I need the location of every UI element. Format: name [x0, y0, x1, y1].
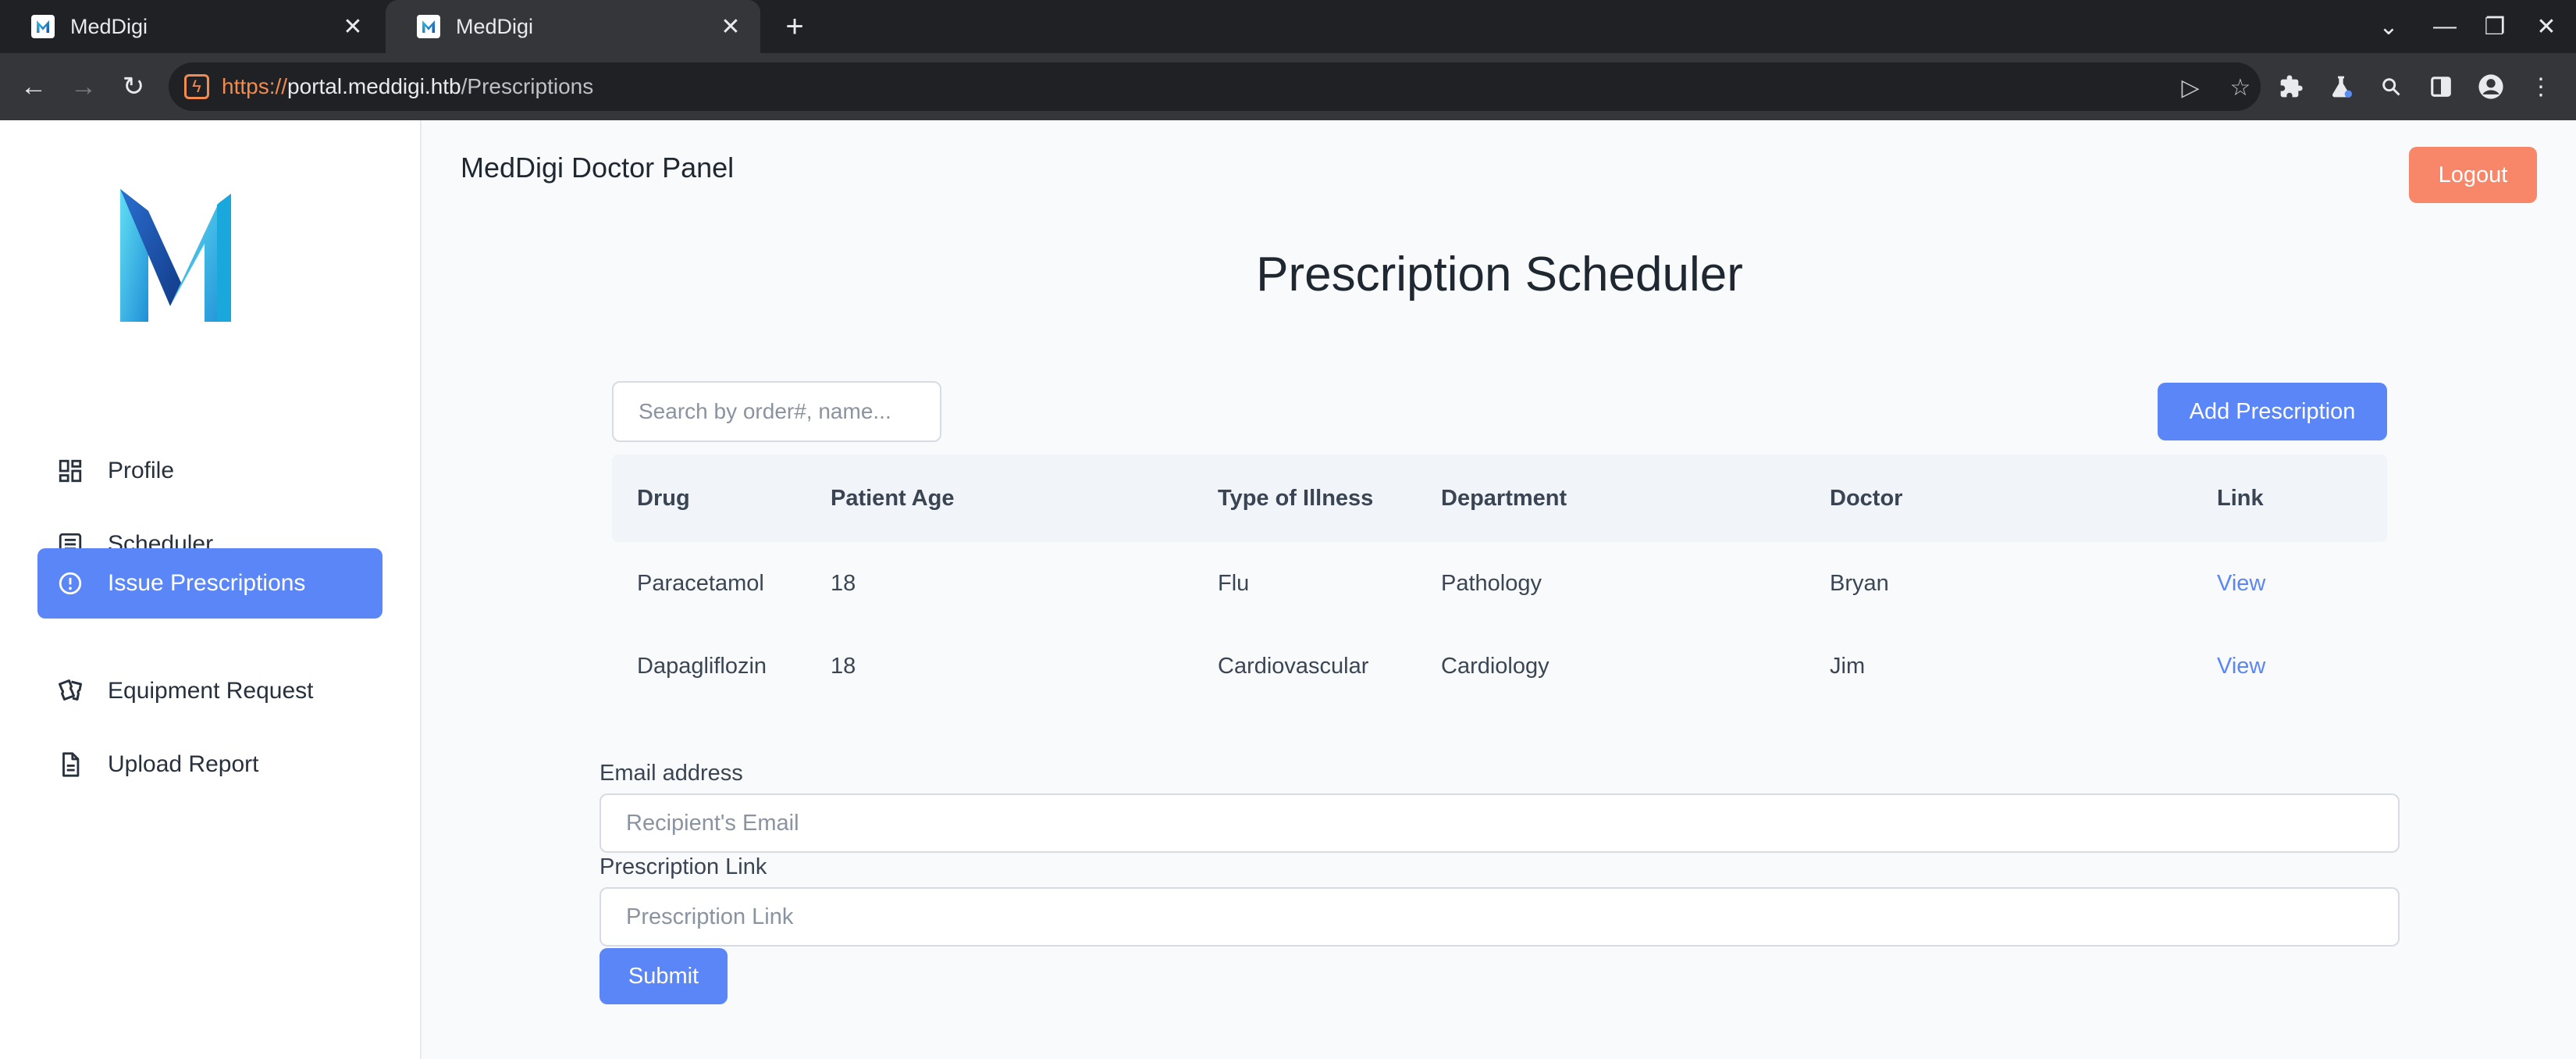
minimize-icon[interactable]: —	[2420, 0, 2470, 53]
browser-toolbar: ← → ↻ ϟ https://portal.meddigi.htb/Presc…	[0, 53, 2576, 120]
sidebar-item-label: Issue Prescriptions	[108, 570, 306, 596]
cell-drug: Dapagliflozin	[637, 653, 767, 679]
browser-tab-bar: MedDigi ✕ MedDigi ✕ + ⌄ — ❐ ✕	[0, 0, 2576, 53]
search-input[interactable]	[612, 381, 941, 442]
submit-button[interactable]: Submit	[600, 948, 728, 1004]
cell-department: Cardiology	[1441, 653, 1550, 679]
email-field[interactable]	[600, 793, 2400, 853]
tab-title: MedDigi	[70, 14, 148, 38]
sidebar-item-label: Upload Report	[108, 751, 259, 777]
cell-patient-age: 18	[831, 570, 856, 596]
logout-button[interactable]: Logout	[2409, 147, 2537, 203]
close-window-icon[interactable]: ✕	[2521, 0, 2571, 53]
column-header: Doctor	[1830, 485, 1903, 511]
column-header: Link	[2217, 485, 2264, 511]
sidebar-item-equipment-request[interactable]: Equipment Request	[37, 656, 382, 726]
favicon-icon	[417, 15, 440, 38]
url-text[interactable]: https://portal.meddigi.htb/Prescriptions	[222, 62, 593, 111]
column-header: Drug	[637, 485, 690, 511]
logo	[41, 141, 314, 375]
bookmark-star-icon[interactable]: ☆	[2223, 70, 2258, 105]
browser-tab[interactable]: MedDigi ✕	[0, 0, 382, 53]
table-row: Dapagliflozin 18 Cardiovascular Cardiolo…	[612, 625, 2387, 708]
prescription-link-field[interactable]	[600, 887, 2400, 947]
email-label: Email address	[600, 761, 743, 786]
close-tab-icon[interactable]: ✕	[337, 11, 368, 42]
sidebar-item-label: Equipment Request	[108, 678, 314, 704]
browser-tab-active[interactable]: MedDigi ✕	[386, 0, 760, 53]
cell-department: Pathology	[1441, 570, 1542, 596]
tickets-icon	[55, 676, 86, 707]
document-icon	[55, 749, 86, 780]
close-tab-icon[interactable]: ✕	[715, 11, 746, 42]
new-tab-icon[interactable]: +	[777, 9, 812, 44]
view-link[interactable]: View	[2217, 625, 2265, 708]
extensions-icon[interactable]	[2273, 69, 2309, 105]
profile-avatar-icon[interactable]	[2473, 69, 2509, 105]
not-secure-icon[interactable]: ϟ	[184, 74, 209, 99]
meddigi-logo-icon	[120, 189, 231, 322]
cell-illness: Cardiovascular	[1218, 653, 1369, 679]
sidebar-item-upload-report[interactable]: Upload Report	[37, 729, 382, 800]
cell-doctor: Jim	[1830, 653, 1866, 679]
page-title: Prescription Scheduler	[1256, 248, 1743, 301]
send-tab-icon[interactable]: ▷	[2173, 70, 2208, 105]
prescription-link-label: Prescription Link	[600, 854, 767, 879]
column-header: Department	[1441, 485, 1567, 511]
side-panel-icon[interactable]	[2423, 69, 2459, 105]
address-bar[interactable]: ϟ https://portal.meddigi.htb/Prescriptio…	[169, 62, 2261, 111]
cell-doctor: Bryan	[1830, 570, 1889, 596]
prescriptions-table: Drug Patient Age Type of Illness Departm…	[612, 455, 2387, 708]
cell-patient-age: 18	[831, 653, 856, 679]
cell-drug: Paracetamol	[637, 570, 764, 596]
sidebar-item-label: Profile	[108, 458, 175, 483]
sidebar: Profile Scheduler Issue Prescriptions Eq…	[0, 120, 422, 1059]
column-header: Patient Age	[831, 485, 955, 511]
favicon-icon	[31, 15, 55, 38]
main-content: MedDigi Doctor Panel Logout Prescription…	[423, 120, 2576, 1059]
labs-flask-icon[interactable]	[2323, 69, 2359, 105]
dashboard-icon	[55, 455, 86, 487]
view-link[interactable]: View	[2217, 542, 2265, 625]
column-header: Type of Illness	[1218, 485, 1374, 511]
tab-search-icon[interactable]: ⌄	[2364, 0, 2414, 53]
table-row: Paracetamol 18 Flu Pathology Bryan View	[612, 542, 2387, 625]
forward-icon[interactable]: →	[64, 67, 103, 106]
reload-icon[interactable]: ↻	[114, 67, 153, 106]
zoom-search-icon[interactable]	[2373, 69, 2409, 105]
restore-icon[interactable]: ❐	[2470, 0, 2520, 53]
more-menu-icon[interactable]: ⋮	[2523, 69, 2559, 105]
table-header: Drug Patient Age Type of Illness Departm…	[612, 455, 2387, 542]
add-prescription-button[interactable]: Add Prescription	[2158, 383, 2387, 440]
sidebar-item-issue-prescriptions[interactable]: Issue Prescriptions	[37, 548, 382, 619]
alert-circle-icon	[55, 568, 86, 599]
cell-illness: Flu	[1218, 570, 1250, 596]
sidebar-item-profile[interactable]: Profile	[37, 436, 382, 506]
back-icon[interactable]: ←	[14, 67, 53, 106]
tab-title: MedDigi	[456, 14, 534, 38]
panel-title: MedDigi Doctor Panel	[461, 152, 735, 184]
